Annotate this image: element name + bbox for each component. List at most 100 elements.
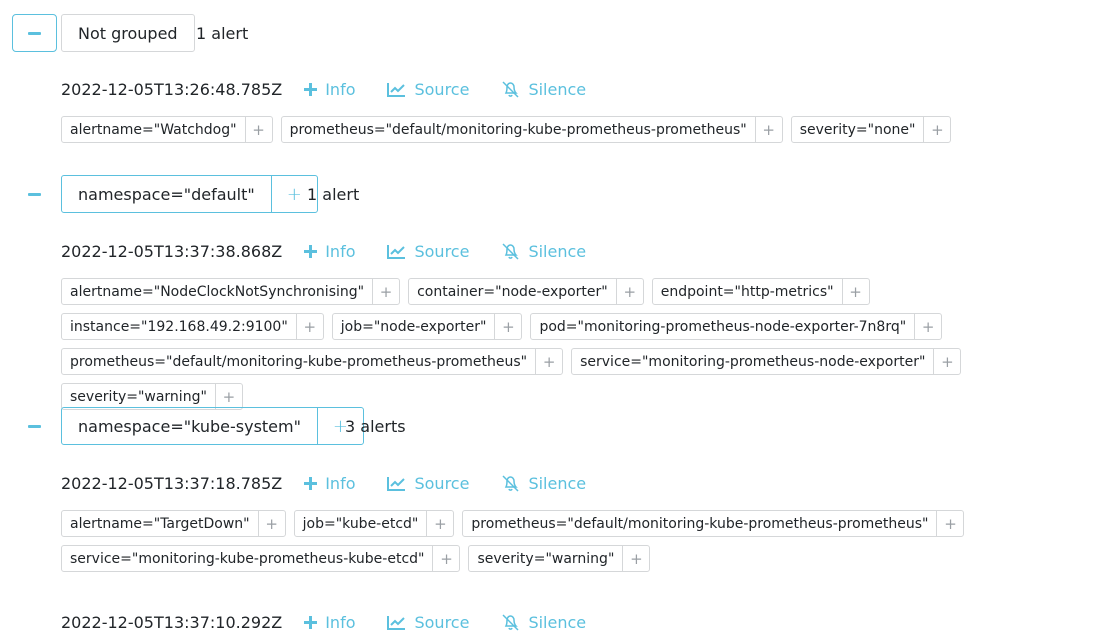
label-text: prometheus="default/monitoring-kube-prom… [70,353,528,370]
label-chip[interactable]: instance="192.168.49.2:9100" + [61,313,324,340]
info-button[interactable]: Info [304,474,355,493]
plus-icon [304,476,318,490]
label-chip[interactable]: job="kube-etcd" + [293,510,455,537]
add-filter-button[interactable]: + [754,117,782,142]
label-chip[interactable]: job="node-exporter" + [331,313,523,340]
label-chip[interactable]: severity="warning" + [61,383,243,410]
collapse-group-button[interactable] [12,175,57,213]
add-filter-button[interactable]: + [432,546,459,571]
add-filter-button[interactable]: + [214,384,242,409]
collapse-group-button[interactable] [12,14,57,52]
label-chip[interactable]: container="node-exporter" + [408,278,644,305]
label-text: alertname="Watchdog" [70,121,237,138]
source-button[interactable]: Source [387,80,469,99]
label-chip[interactable]: severity="warning" + [468,545,651,572]
label-chip[interactable]: endpoint="http-metrics" + [651,278,870,305]
plus-icon [304,82,318,96]
chart-line-icon [387,615,406,630]
source-label: Source [414,612,470,632]
group-label: namespace="kube-system" + [61,407,364,445]
group-label: namespace="default" + [61,175,318,213]
info-label: Info [325,473,356,493]
label-text: prometheus="default/monitoring-kube-prom… [471,515,929,532]
label-list: alertname="TargetDown" + job="kube-etcd" +… [61,510,1106,572]
source-button[interactable]: Source [387,242,469,261]
minus-icon [28,192,41,196]
add-filter-button[interactable]: + [936,511,963,536]
silence-button[interactable]: Silence [501,474,586,493]
label-text: job="node-exporter" [340,318,487,335]
info-label: Info [325,79,356,99]
label-text: alertname="TargetDown" [70,515,250,532]
silence-button[interactable]: Silence [501,80,586,99]
source-button[interactable]: Source [387,474,469,493]
silence-label: Silence [528,473,587,493]
plus-icon [304,244,318,258]
info-label: Info [325,612,356,632]
source-button[interactable]: Source [387,613,469,632]
minus-icon [28,424,41,428]
label-chip[interactable]: alertname="TargetDown" + [61,510,286,537]
label-chip[interactable]: service="monitoring-prometheus-node-expo… [571,348,962,375]
chart-line-icon [387,82,406,97]
label-text: container="node-exporter" [417,283,608,300]
alert-count: 1 alert [307,184,360,204]
chart-line-icon [387,244,406,259]
alert-count: 3 alerts [345,416,406,436]
add-filter-button[interactable]: + [426,511,453,536]
alert-row: 2022-12-05T13:37:18.785Z Info Source Sil… [61,471,618,495]
group-label-text: namespace="kube-system" [78,416,301,436]
bell-slash-icon [502,242,519,260]
label-text: instance="192.168.49.2:9100" [70,318,288,335]
add-filter-button[interactable]: + [494,314,521,339]
add-filter-button[interactable]: + [372,279,399,304]
label-text: severity="none" [799,121,916,138]
plus-icon [304,615,318,629]
bell-slash-icon [502,80,519,98]
bell-slash-icon [502,613,519,631]
label-text: alertname="NodeClockNotSynchronising" [70,283,365,300]
add-filter-button[interactable]: + [535,349,562,374]
info-button[interactable]: Info [304,242,355,261]
group-label: Not grouped [61,14,195,52]
alert-timestamp: 2022-12-05T13:37:38.868Z [61,241,283,261]
silence-label: Silence [528,241,587,261]
label-list: alertname="NodeClockNotSynchronising" + c… [61,278,1106,410]
info-button[interactable]: Info [304,613,355,632]
silence-button[interactable]: Silence [501,242,586,261]
label-text: prometheus="default/monitoring-kube-prom… [289,121,747,138]
label-chip[interactable]: pod="monitoring-prometheus-node-exporter… [530,313,943,340]
label-chip[interactable]: prometheus="default/monitoring-kube-prom… [61,348,564,375]
label-text: service="monitoring-prometheus-node-expo… [580,353,926,370]
add-filter-button[interactable]: + [933,349,960,374]
bell-slash-icon [502,474,519,492]
info-button[interactable]: Info [304,80,355,99]
collapse-group-button[interactable] [12,407,57,445]
source-label: Source [414,473,470,493]
info-label: Info [325,241,356,261]
add-filter-button[interactable]: + [244,117,272,142]
chart-line-icon [387,476,406,491]
label-chip[interactable]: prometheus="default/monitoring-kube-prom… [462,510,965,537]
label-chip[interactable]: service="monitoring-kube-prometheus-kube… [61,545,461,572]
add-filter-button[interactable]: + [257,511,285,536]
add-filter-button[interactable]: + [841,279,869,304]
label-chip[interactable]: alertname="Watchdog" + [61,116,273,143]
add-filter-button[interactable]: + [615,279,643,304]
alert-row: 2022-12-05T13:37:38.868Z Info Source Sil… [61,239,618,263]
label-chip[interactable]: prometheus="default/monitoring-kube-prom… [280,116,783,143]
add-filter-button[interactable]: + [622,546,649,571]
alert-row: 2022-12-05T13:26:48.785Z Info Source Sil… [61,77,618,101]
add-filter-button[interactable]: + [914,314,941,339]
source-label: Source [414,241,470,261]
label-text: severity="warning" [477,550,615,567]
silence-button[interactable]: Silence [501,613,586,632]
add-filter-button[interactable]: + [923,117,950,142]
silence-label: Silence [528,612,587,632]
group-label-text: Not grouped [78,23,178,43]
silence-label: Silence [528,79,587,99]
label-chip[interactable]: severity="none" + [790,116,952,143]
add-filter-button[interactable]: + [295,314,323,339]
alerts-page: Not grouped 1 alert 2022-12-05T13:26:48.… [0,0,1107,642]
label-chip[interactable]: alertname="NodeClockNotSynchronising" + [61,278,401,305]
